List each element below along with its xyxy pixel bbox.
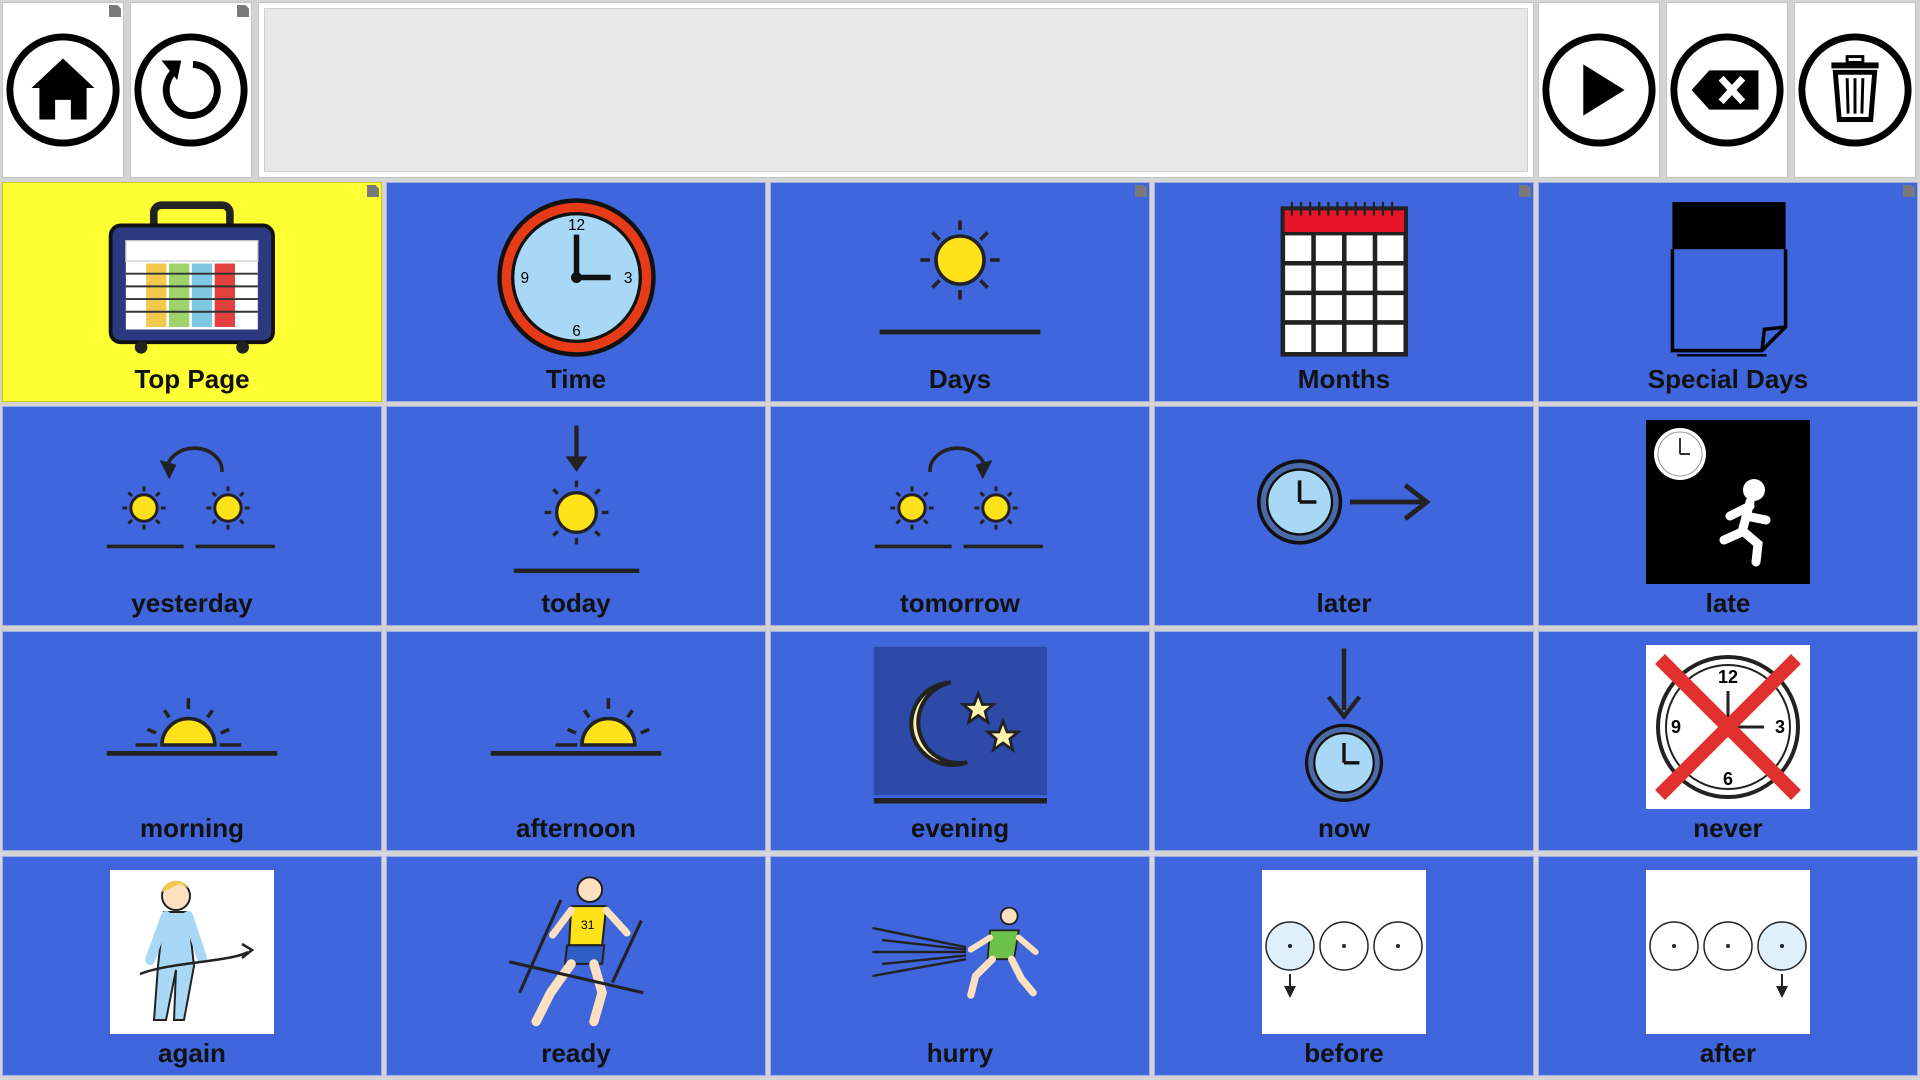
cell-tomorrow[interactable]: tomorrow [770,406,1150,626]
clock-icon: 12 3 6 9 [496,198,656,357]
folder-corner-icon [1903,185,1915,197]
cell-label: late [1705,588,1751,618]
hurry-icon [872,906,1039,999]
svg-text:3: 3 [1775,717,1785,737]
cell-label: later [1316,588,1372,618]
runner-icon: 31 [508,876,644,1027]
cell-label: Months [1297,364,1391,394]
cell-evening[interactable]: evening [770,631,1150,851]
svg-text:12: 12 [567,217,584,234]
moon-icon [873,646,1047,804]
svg-text:9: 9 [520,270,529,287]
message-text [264,8,1528,172]
cell-special-days[interactable]: Special Days [1538,182,1918,402]
cell-label: again [158,1038,226,1068]
play-icon [1542,33,1656,147]
cell-ready[interactable]: 31 ready [386,856,766,1076]
cell-label: now [1318,813,1370,843]
cell-afternoon[interactable]: afternoon [386,631,766,851]
clocks-before-icon [1265,920,1423,998]
cell-hurry[interactable]: hurry [770,856,1150,1076]
now-icon [1304,648,1384,802]
walk-around-icon [139,880,255,1021]
tomorrow-icon [874,445,1043,548]
cell-later[interactable]: later [1154,406,1534,626]
cell-yesterday[interactable]: yesterday [2,406,382,626]
backspace-button[interactable] [1666,2,1788,178]
folder-corner-icon [237,5,249,17]
cell-today[interactable]: today [386,406,766,626]
calendar-icon [1280,201,1408,357]
cell-top-page[interactable]: Top Page [2,182,382,402]
cell-after[interactable]: after [1538,856,1918,1076]
cell-morning[interactable]: morning [2,631,382,851]
clear-button[interactable] [1794,2,1916,178]
undo-icon [134,33,248,147]
cell-never[interactable]: 12 3 6 9 never [1538,631,1918,851]
sunrise-icon [106,697,278,756]
svg-text:3: 3 [623,270,632,287]
cell-label: never [1693,813,1763,843]
cell-label: before [1304,1038,1384,1068]
cell-label: after [1699,1038,1757,1068]
running-late-icon [1654,427,1771,566]
cell-again[interactable]: again [2,856,382,1076]
cell-before[interactable]: before [1154,856,1534,1076]
cell-label: yesterday [131,588,253,618]
back-button[interactable] [130,2,252,178]
clocks-after-icon [1649,920,1807,998]
cell-label: hurry [926,1038,994,1068]
home-icon [6,33,120,147]
folder-corner-icon [109,5,121,17]
sunset-icon [490,697,662,756]
cell-days[interactable]: Days [770,182,1150,402]
cell-label: tomorrow [900,588,1020,618]
cell-label: Top Page [134,364,250,394]
cell-time[interactable]: 12 3 6 9 Time [386,182,766,402]
svg-text:6: 6 [572,323,581,340]
cell-label: ready [541,1038,611,1068]
message-bar[interactable] [258,2,1534,178]
cell-months[interactable]: Months [1154,182,1534,402]
cell-label: morning [140,813,244,843]
cell-label: Special Days [1647,364,1809,394]
cell-label: Time [545,364,607,394]
cell-now[interactable]: now [1154,631,1534,851]
clock-arrow-icon [1257,458,1431,545]
home-button[interactable] [2,2,124,178]
yesterday-icon [106,445,275,548]
folder-corner-icon [1135,185,1147,197]
sun-icon [879,219,1041,334]
backspace-icon [1670,33,1784,147]
cell-label: evening [910,813,1010,843]
cell-label: afternoon [516,813,636,843]
never-icon: 12 3 6 9 [1655,653,1801,800]
svg-text:9: 9 [1671,717,1681,737]
folder-tv-icon [108,201,276,354]
folder-corner-icon [1519,185,1531,197]
svg-text:12: 12 [1718,667,1738,687]
today-icon [513,425,639,573]
trash-icon [1798,33,1912,147]
cell-label: today [541,588,611,618]
cell-late[interactable]: late [1538,406,1918,626]
cell-label: Days [928,364,992,394]
svg-text:6: 6 [1723,769,1733,789]
folder-corner-icon [367,185,379,197]
page-icon [1670,202,1788,357]
speak-button[interactable] [1538,2,1660,178]
svg-text:31: 31 [580,918,594,932]
